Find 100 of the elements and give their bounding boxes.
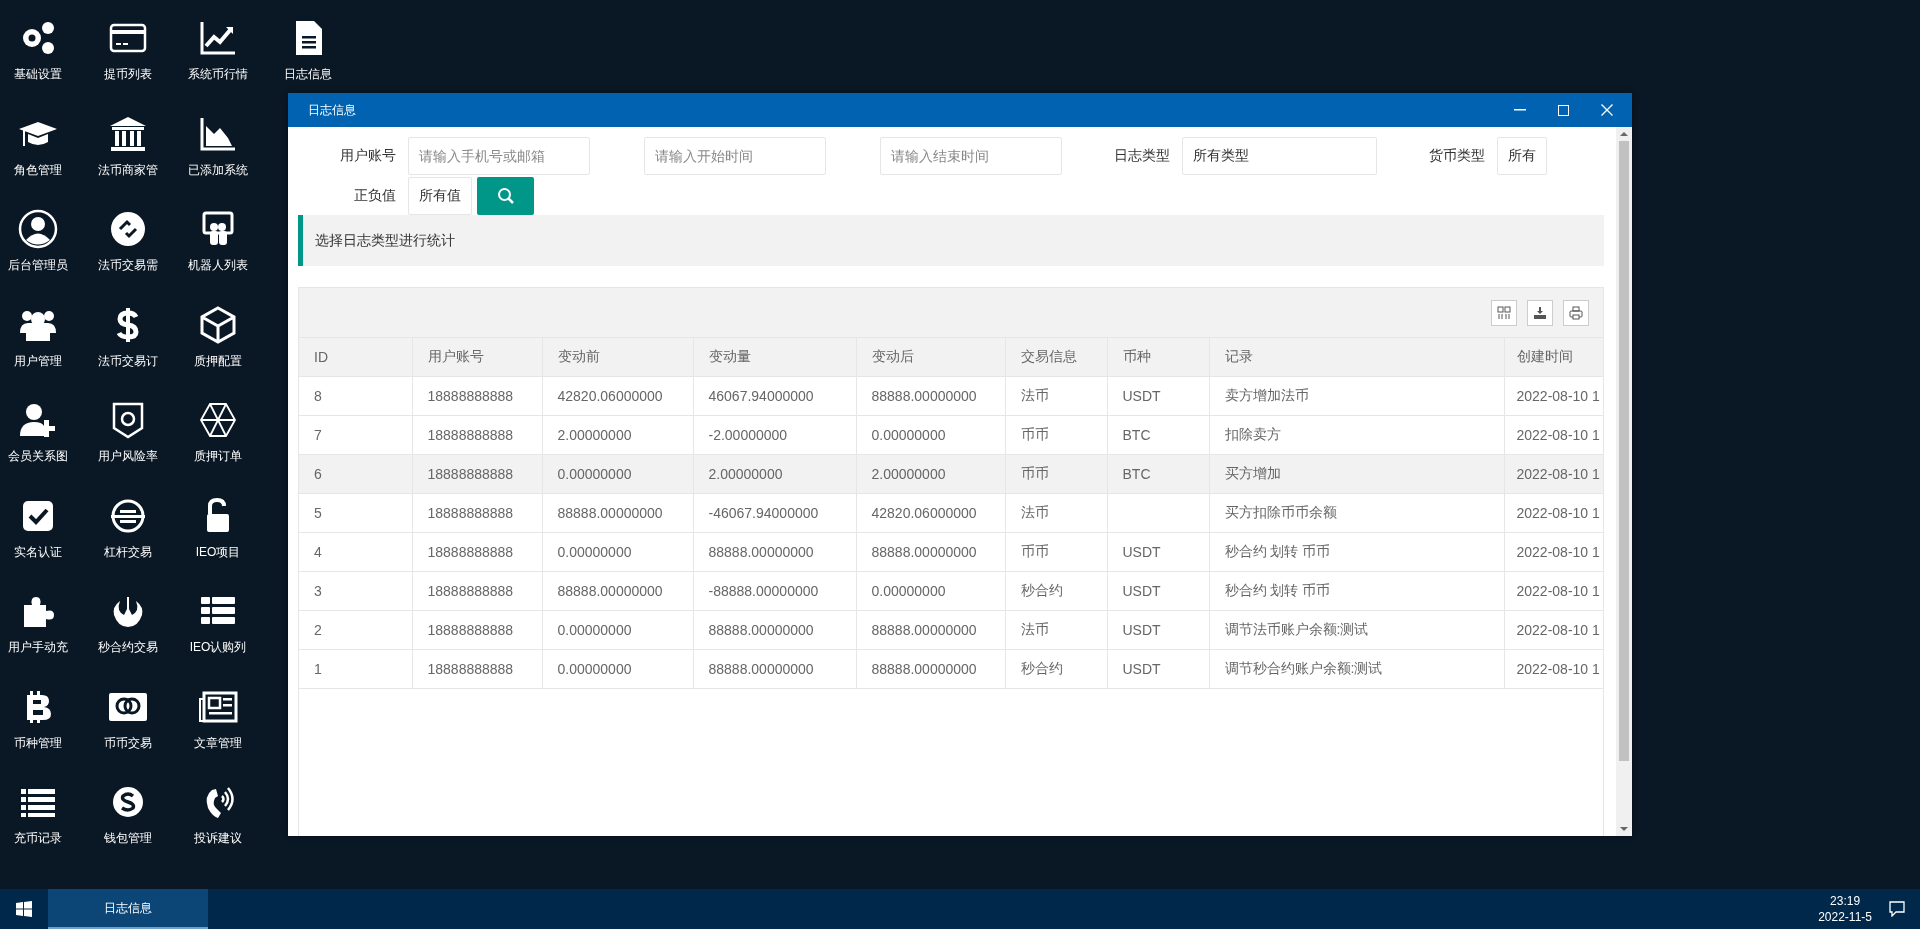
columns-icon	[1497, 305, 1511, 320]
table-row[interactable]: 3 18888888888 88888.00000000 -88888.00000000 0.00000000 秒合约 USDT 秒合约 划转 币币 2022-08-10 1	[299, 571, 1603, 611]
table-cell: 18888888888	[412, 649, 542, 689]
desktop-icon-label[interactable]: 钱包管理	[104, 830, 152, 847]
select-field[interactable]: 所有类型	[1182, 137, 1377, 175]
print-button[interactable]	[1563, 299, 1589, 326]
exchange-circle-icon[interactable]	[108, 209, 148, 249]
table-cell: 买方扣除币币余额	[1209, 493, 1504, 533]
desktop-icon-label[interactable]: IEO认购列	[189, 639, 247, 656]
desktop-icon-label[interactable]: 文章管理	[194, 734, 242, 752]
scroll-down-icon[interactable]	[1620, 826, 1628, 832]
table-cell: 扣除卖方	[1209, 415, 1504, 455]
table-cell: 2.00000000	[856, 454, 1005, 494]
text-field[interactable]: 请输入结束时间	[880, 137, 1062, 175]
desktop-icon-label[interactable]: 已添加系统	[188, 161, 248, 179]
desktop-icon-label[interactable]: 会员关系图	[8, 448, 68, 465]
text-field[interactable]: 请输入开始时间	[644, 137, 826, 175]
table-row[interactable]: 6 18888888888 0.00000000 2.00000000 2.00000000 币币 BTC 买方增加 2022-08-10 1	[299, 454, 1603, 494]
desktop-icon-label[interactable]: 秒合约交易	[98, 639, 158, 656]
desktop-icon-label[interactable]: 用户管理	[14, 352, 62, 370]
export-button[interactable]	[1527, 299, 1553, 326]
table-row[interactable]: 2 18888888888 0.00000000 88888.00000000 88888.00000000 法币 USDT 调节法币账户余额:测试 2022-08-10 1	[299, 610, 1603, 650]
table-cell: 7	[299, 415, 412, 455]
desktop-icon-label[interactable]: 角色管理	[14, 161, 62, 179]
window-title: 日志信息	[308, 101, 357, 119]
desktop-icon-label[interactable]: 提币列表	[104, 66, 152, 83]
vertical-scrollbar[interactable]	[1616, 127, 1632, 836]
desktop-icon-label[interactable]: 法币交易订	[98, 352, 158, 370]
windows-logo-icon[interactable]	[16, 901, 32, 917]
table-cell: 6	[299, 454, 412, 494]
clock-time[interactable]: 23:19	[1830, 893, 1861, 909]
table-cell: 2	[299, 610, 412, 650]
desktop-icon-label[interactable]: 实名认证	[14, 543, 62, 561]
select-field[interactable]: 所有	[1497, 137, 1547, 175]
table-cell: 2022-08-10 1	[1504, 376, 1603, 416]
table-cell: 5	[299, 493, 412, 533]
table-cell: 2022-08-10 1	[1504, 493, 1603, 533]
table-row[interactable]: 4 18888888888 0.00000000 88888.00000000 88888.00000000 币币 USDT 秒合约 划转 币币 2022-08-10 1	[299, 532, 1603, 572]
clock-date[interactable]: 2022-11-5	[1818, 909, 1872, 925]
desktop-icon-label[interactable]: 杠杆交易	[104, 543, 152, 561]
table-cell: 法币	[1005, 610, 1107, 650]
table-cell: 0.00000000	[542, 454, 693, 494]
desktop-icon-label[interactable]: 质押订单	[194, 448, 242, 465]
table-row[interactable]: 5 18888888888 88888.00000000 -46067.94000000 42820.06000000 法币 买方扣除币币余额 2022-08-10 1	[299, 493, 1603, 533]
table-cell: 18888888888	[412, 571, 542, 611]
scroll-up-icon[interactable]	[1620, 131, 1628, 137]
search-button[interactable]	[477, 177, 534, 215]
table-cell: 秒合约	[1005, 649, 1107, 689]
table-cell: 18888888888	[412, 493, 542, 533]
table-row[interactable]: 7 18888888888 2.00000000 -2.00000000 0.00000000 币币 BTC 扣除卖方 2022-08-10 1	[299, 415, 1603, 455]
column-header[interactable]: 变动后	[856, 338, 1005, 377]
desktop-icon-label[interactable]: 用户手动充	[8, 639, 68, 656]
table-cell: 0.00000000	[542, 610, 693, 650]
notification-icon[interactable]	[1888, 901, 1906, 917]
table-cell: 4	[299, 532, 412, 572]
column-header[interactable]: 变动量	[693, 338, 856, 377]
table-cell: 88888.00000000	[856, 376, 1005, 416]
desktop-icon-label[interactable]: 币种管理	[14, 734, 62, 752]
desktop-icon-label[interactable]: 系统币行情	[188, 66, 248, 83]
table-cell: 调节秒合约账户余额:测试	[1209, 649, 1504, 689]
filter-label: 货币类型	[1428, 147, 1486, 165]
column-header[interactable]: 用户账号	[412, 338, 542, 377]
select-field[interactable]: 所有值	[408, 177, 472, 215]
desktop-icon-label[interactable]: 后台管理员	[8, 257, 68, 274]
maximize-icon[interactable]	[1558, 104, 1569, 116]
desktop-icon-label[interactable]: 用户风险率	[98, 448, 158, 465]
desktop-icon-label[interactable]: 质押配置	[194, 352, 242, 370]
table-cell: 88888.00000000	[542, 493, 693, 533]
table-cell: 0.00000000	[542, 532, 693, 572]
desktop-icon-label[interactable]: 机器人列表	[188, 257, 248, 274]
desktop-icon-label[interactable]: IEO项目	[195, 543, 241, 561]
table-cell: 42820.06000000	[856, 493, 1005, 533]
user-circle-icon[interactable]	[18, 209, 58, 249]
column-header[interactable]: 交易信息	[1005, 338, 1107, 377]
table-row[interactable]: 8 18888888888 42820.06000000 46067.94000000 88888.00000000 法币 USDT 卖方增加法币 2022-08-10 1	[299, 376, 1603, 416]
desktop-icon-label[interactable]: 法币交易需	[98, 257, 158, 274]
column-header[interactable]: 创建时间	[1504, 338, 1603, 377]
text-field[interactable]: 请输入手机号或邮箱	[408, 137, 590, 175]
table-cell: 18888888888	[412, 610, 542, 650]
column-header[interactable]: 记录	[1209, 338, 1504, 377]
table-row[interactable]: 1 18888888888 0.00000000 88888.00000000 88888.00000000 秒合约 USDT 调节秒合约账户余额:测试 2022-08-10 1	[299, 649, 1603, 689]
table-cell: 0.00000000	[542, 649, 693, 689]
desktop-icon-label[interactable]: 充币记录	[14, 830, 62, 847]
column-header[interactable]: ID	[299, 338, 412, 377]
desktop-icon-label[interactable]: 投诉建议	[194, 830, 242, 847]
desktop-icon-label[interactable]: 日志信息	[284, 66, 332, 83]
table-cell: 法币	[1005, 493, 1107, 533]
desktop-icon-label[interactable]: 基础设置	[14, 66, 62, 83]
taskbar-window-button[interactable]: 日志信息	[48, 889, 208, 929]
table-cell: 2022-08-10 1	[1504, 571, 1603, 611]
close-icon[interactable]	[1601, 104, 1613, 116]
cube-icon[interactable]	[198, 304, 238, 345]
desktop-icon-label[interactable]: 币币交易	[104, 734, 152, 752]
desktop-icon-label[interactable]: 法币商家管	[98, 161, 158, 179]
column-header[interactable]: 币种	[1107, 338, 1209, 377]
hexagon-icon[interactable]	[198, 400, 238, 440]
table-cell: USDT	[1107, 649, 1209, 689]
column-header[interactable]: 变动前	[542, 338, 693, 377]
table-cell: 88888.00000000	[542, 571, 693, 611]
table-cell: BTC	[1107, 454, 1209, 494]
